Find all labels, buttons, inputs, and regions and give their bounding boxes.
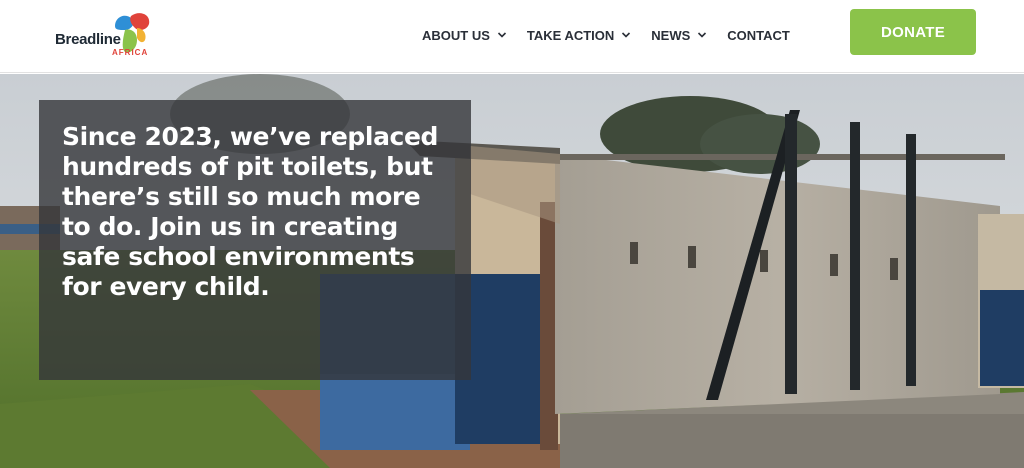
nav-item-label: NEWS <box>651 27 691 43</box>
nav-item-label: CONTACT <box>727 27 790 43</box>
logo-wordmark: Breadline <box>55 31 121 48</box>
nav-item-label: TAKE ACTION <box>526 27 615 43</box>
chevron-down-icon <box>698 32 707 38</box>
hero-headline: Since 2023, we’ve replaced hundreds of p… <box>62 122 439 301</box>
hero-section: Since 2023, we’ve replaced hundreds of p… <box>0 74 1024 468</box>
nav-item-news[interactable]: NEWS <box>651 28 707 43</box>
nav-item-take-action[interactable]: TAKE ACTION <box>527 28 631 43</box>
site-header: Breadline AFRICA ABOUT US TAKE ACTION NE… <box>0 0 1024 73</box>
nav-item-about-us[interactable]: ABOUT US <box>422 28 507 43</box>
logo-link[interactable]: Breadline AFRICA <box>55 12 165 60</box>
donate-button[interactable]: DONATE <box>850 9 976 55</box>
hero-text-panel: Since 2023, we’ve replaced hundreds of p… <box>39 100 471 380</box>
logo-subtitle: AFRICA <box>112 48 149 57</box>
nav-item-contact[interactable]: CONTACT <box>727 28 790 43</box>
chevron-down-icon <box>497 32 506 38</box>
chevron-down-icon <box>622 32 631 38</box>
main-nav: ABOUT US TAKE ACTION NEWS CONTACT <box>422 26 790 44</box>
nav-item-label: ABOUT US <box>422 27 490 43</box>
